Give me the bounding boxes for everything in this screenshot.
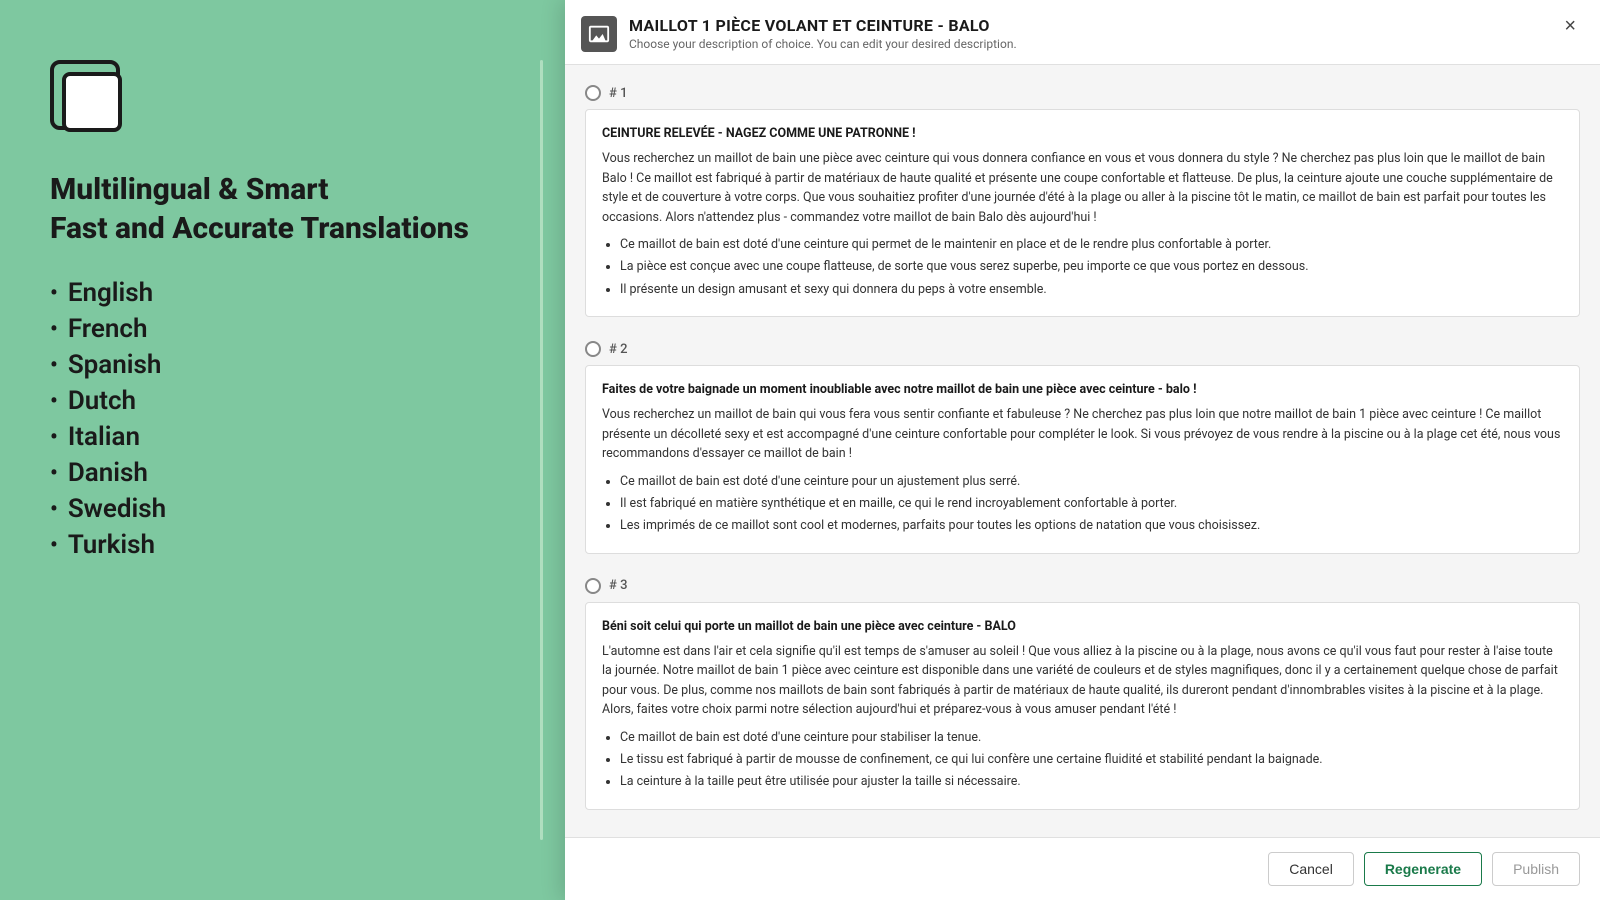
bullet-item: La pièce est conçue avec une coupe flatt… xyxy=(620,257,1563,276)
language-list: English French Spanish Dutch Italian Danish Sw… xyxy=(50,278,166,566)
language-item: Italian xyxy=(50,422,166,452)
option-number-2: # 2 xyxy=(609,342,627,357)
option-item-1: # 1 CEINTURE RELEVÉE - NAGEZ COMME UNE PA… xyxy=(585,85,1580,317)
option-radio-3[interactable] xyxy=(585,578,601,594)
option-title-1: CEINTURE RELEVÉE - NAGEZ COMME UNE PATRO… xyxy=(602,124,1563,143)
language-item: French xyxy=(50,314,166,344)
option-number-1: # 1 xyxy=(609,86,627,101)
option-bullets-1: Ce maillot de bain est doté d'une ceintu… xyxy=(602,235,1563,299)
option-radio-row-3[interactable]: # 3 xyxy=(585,578,1580,594)
left-panel: Multilingual & Smart Fast and Accurate T… xyxy=(0,0,540,900)
modal-footer: Cancel Regenerate Publish xyxy=(565,837,1600,900)
option-bullets-2: Ce maillot de bain est doté d'une ceintu… xyxy=(602,472,1563,536)
modal-body: # 1 CEINTURE RELEVÉE - NAGEZ COMME UNE PA… xyxy=(565,65,1600,837)
language-item: Spanish xyxy=(50,350,166,380)
option-radio-row-1[interactable]: # 1 xyxy=(585,85,1580,101)
modal-subtitle: Choose your description of choice. You c… xyxy=(629,37,1548,51)
modal-title: MAILLOT 1 PIÈCE VOLANT ET CEINTURE - BAL… xyxy=(629,16,1548,35)
bullet-item: Il présente un design amusant et sexy qu… xyxy=(620,280,1563,299)
option-content-3: Béni soit celui qui porte un maillot de … xyxy=(585,602,1580,810)
option-body-1: Vous recherchez un maillot de bain une p… xyxy=(602,149,1563,227)
bullet-item: Il est fabriqué en matière synthétique e… xyxy=(620,494,1563,513)
modal-header-text: MAILLOT 1 PIÈCE VOLANT ET CEINTURE - BAL… xyxy=(629,16,1548,51)
option-radio-2[interactable] xyxy=(585,341,601,357)
option-title-3: Béni soit celui qui porte un maillot de … xyxy=(602,617,1563,636)
cancel-button[interactable]: Cancel xyxy=(1268,852,1354,886)
bullet-item: Les imprimés de ce maillot sont cool et … xyxy=(620,516,1563,535)
option-body-3: L'automne est dans l'air et cela signifi… xyxy=(602,642,1563,720)
option-item-2: # 2 Faites de votre baignade un moment in… xyxy=(585,341,1580,554)
language-item: Dutch xyxy=(50,386,166,416)
option-content-2: Faites de votre baignade un moment inoub… xyxy=(585,365,1580,554)
modal-dialog: MAILLOT 1 PIÈCE VOLANT ET CEINTURE - BAL… xyxy=(565,0,1600,900)
language-item: Danish xyxy=(50,458,166,488)
language-item: Swedish xyxy=(50,494,166,524)
option-radio-row-2[interactable]: # 2 xyxy=(585,341,1580,357)
bullet-item: Ce maillot de bain est doté d'une ceintu… xyxy=(620,472,1563,491)
option-title-2: Faites de votre baignade un moment inoub… xyxy=(602,380,1563,399)
option-number-3: # 3 xyxy=(609,578,627,593)
regenerate-button[interactable]: Regenerate xyxy=(1364,852,1482,886)
publish-button[interactable]: Publish xyxy=(1492,852,1580,886)
option-content-1: CEINTURE RELEVÉE - NAGEZ COMME UNE PATRO… xyxy=(585,109,1580,317)
bullet-item: Le tissu est fabriqué à partir de mousse… xyxy=(620,750,1563,769)
bullet-item: Ce maillot de bain est doté d'une ceintu… xyxy=(620,728,1563,747)
panel-divider xyxy=(540,60,543,840)
bullet-item: La ceinture à la taille peut être utilis… xyxy=(620,772,1563,791)
option-item-3: # 3 Béni soit celui qui porte un maillot … xyxy=(585,578,1580,810)
modal-header-icon xyxy=(581,16,617,52)
option-body-2: Vous recherchez un maillot de bain qui v… xyxy=(602,405,1563,463)
modal-close-button[interactable]: × xyxy=(1560,16,1580,36)
option-radio-1[interactable] xyxy=(585,85,601,101)
modal-header: MAILLOT 1 PIÈCE VOLANT ET CEINTURE - BAL… xyxy=(565,0,1600,65)
language-item: Turkish xyxy=(50,530,166,560)
app-logo xyxy=(50,60,130,140)
image-icon xyxy=(588,23,610,45)
language-item: English xyxy=(50,278,166,308)
bullet-item: Ce maillot de bain est doté d'une ceintu… xyxy=(620,235,1563,254)
option-bullets-3: Ce maillot de bain est doté d'une ceintu… xyxy=(602,728,1563,792)
left-panel-title: Multilingual & Smart Fast and Accurate T… xyxy=(50,170,469,248)
